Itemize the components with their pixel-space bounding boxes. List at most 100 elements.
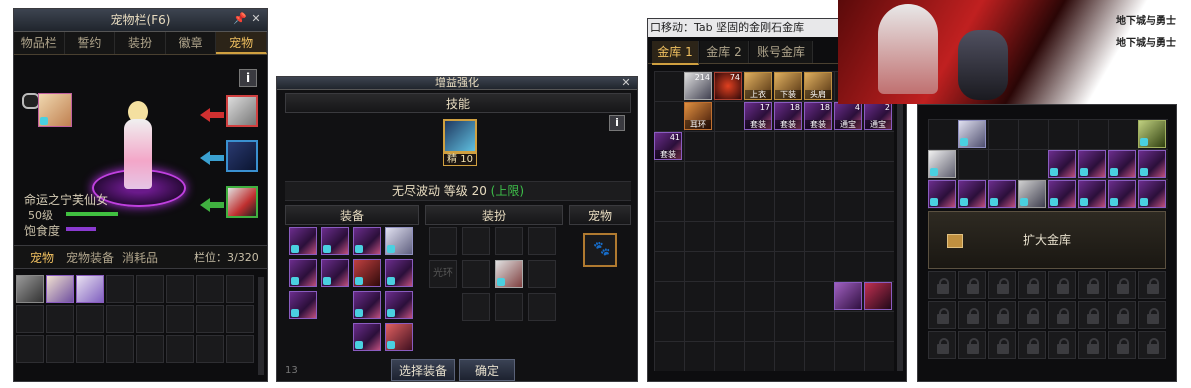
- pet-window-titlebar[interactable]: 宠物栏(F6) 📌 ✕: [14, 9, 267, 32]
- vault-item[interactable]: 耳环: [684, 102, 712, 130]
- equip-item[interactable]: [353, 323, 381, 351]
- equip-item[interactable]: [321, 227, 349, 255]
- pet-item[interactable]: [76, 275, 104, 303]
- equip-item[interactable]: [385, 259, 413, 287]
- vault-item[interactable]: [1138, 120, 1166, 148]
- outfit-slot[interactable]: [462, 293, 490, 321]
- vault-scrollbar[interactable]: [897, 71, 903, 371]
- pet-slot[interactable]: 🐾: [583, 233, 617, 267]
- tab-account-vault[interactable]: 账号金库: [750, 41, 813, 63]
- empty-slot[interactable]: [136, 335, 164, 363]
- vault-item[interactable]: [928, 150, 956, 178]
- equip-item[interactable]: [289, 259, 317, 287]
- vault-item[interactable]: [864, 282, 892, 310]
- outfit-item[interactable]: [495, 260, 523, 288]
- vault-item[interactable]: [1048, 180, 1076, 208]
- outfit-slot[interactable]: [528, 227, 556, 255]
- empty-slot[interactable]: [136, 275, 164, 303]
- empty-slot[interactable]: [106, 335, 134, 363]
- equip-item[interactable]: [385, 227, 413, 255]
- vault-item[interactable]: [1108, 150, 1136, 178]
- close-icon[interactable]: ✕: [249, 12, 263, 26]
- vault-item[interactable]: [1138, 150, 1166, 178]
- expand-vault-button[interactable]: 扩大金库: [928, 211, 1166, 269]
- pet-equip-slot-red[interactable]: [226, 95, 258, 127]
- pet-item[interactable]: [16, 275, 44, 303]
- vault-item[interactable]: 41 套装: [654, 132, 682, 160]
- subtab-consumable[interactable]: 消耗品: [122, 249, 158, 266]
- vault-item[interactable]: [958, 180, 986, 208]
- outfit-slot[interactable]: [429, 227, 457, 255]
- pin-icon[interactable]: 📌: [233, 12, 247, 26]
- subtab-pet[interactable]: 宠物: [30, 249, 54, 266]
- tab-oath[interactable]: 誓约: [64, 32, 116, 54]
- vault-item[interactable]: [958, 120, 986, 148]
- empty-slot[interactable]: [226, 275, 254, 303]
- empty-slot[interactable]: [106, 305, 134, 333]
- close-icon[interactable]: ✕: [619, 77, 633, 90]
- empty-slot[interactable]: [166, 335, 194, 363]
- empty-slot[interactable]: [136, 305, 164, 333]
- tab-outfit[interactable]: 装扮: [115, 32, 166, 54]
- outfit-slot[interactable]: [528, 293, 556, 321]
- vault-item[interactable]: 18 套装: [804, 102, 832, 130]
- vault-item[interactable]: 上衣: [744, 72, 772, 100]
- equip-item[interactable]: [289, 291, 317, 319]
- tab-pet[interactable]: 宠物: [216, 32, 267, 54]
- buff-enhance-titlebar[interactable]: 增益强化 ✕: [277, 77, 637, 90]
- outfit-slot[interactable]: [462, 260, 490, 288]
- equip-item[interactable]: [353, 227, 381, 255]
- empty-slot[interactable]: [196, 335, 224, 363]
- vault-item[interactable]: [988, 180, 1016, 208]
- pet-equip-slot-blue[interactable]: [226, 140, 258, 172]
- vault-item[interactable]: 头肩: [804, 72, 832, 100]
- skill-icon[interactable]: [443, 119, 477, 153]
- empty-slot[interactable]: [226, 305, 254, 333]
- outfit-slot[interactable]: [495, 293, 523, 321]
- vault-item[interactable]: 4 通宝: [834, 102, 862, 130]
- pet-portrait-slot[interactable]: [38, 93, 72, 127]
- vault-item[interactable]: [1078, 180, 1106, 208]
- vault-item[interactable]: [834, 282, 862, 310]
- vault-item[interactable]: [1138, 180, 1166, 208]
- empty-slot[interactable]: [16, 335, 44, 363]
- tab-emblem[interactable]: 徽章: [165, 32, 217, 54]
- empty-slot[interactable]: [106, 275, 134, 303]
- pet-item[interactable]: [46, 275, 74, 303]
- vault-item[interactable]: 下装: [774, 72, 802, 100]
- outfit-slot[interactable]: [495, 227, 523, 255]
- select-equip-button[interactable]: 选择装备: [391, 359, 455, 381]
- info-icon[interactable]: i: [239, 69, 257, 87]
- vault-item[interactable]: 17 套装: [744, 102, 772, 130]
- equip-item[interactable]: [353, 259, 381, 287]
- vault-item[interactable]: [1108, 180, 1136, 208]
- vault-item[interactable]: [1018, 180, 1046, 208]
- equip-item[interactable]: [321, 259, 349, 287]
- equip-item[interactable]: [289, 227, 317, 255]
- outfit-slot[interactable]: [528, 260, 556, 288]
- equip-item[interactable]: [385, 291, 413, 319]
- empty-slot[interactable]: [46, 335, 74, 363]
- empty-slot[interactable]: [46, 305, 74, 333]
- tab-vault-1[interactable]: 金库 1: [652, 41, 699, 65]
- confirm-button[interactable]: 确定: [459, 359, 515, 381]
- vault-item[interactable]: [928, 180, 956, 208]
- empty-slot[interactable]: [196, 275, 224, 303]
- empty-slot[interactable]: [166, 305, 194, 333]
- empty-slot[interactable]: [76, 305, 104, 333]
- empty-slot[interactable]: [226, 335, 254, 363]
- vault-item[interactable]: 2 通宝: [864, 102, 892, 130]
- outfit-slot[interactable]: [462, 227, 490, 255]
- subtab-pet-equip[interactable]: 宠物装备: [66, 249, 114, 266]
- vault-item[interactable]: 18 套装: [774, 102, 802, 130]
- vault-item[interactable]: [1048, 150, 1076, 178]
- pet-equip-slot-green[interactable]: [226, 186, 258, 218]
- tab-vault-2[interactable]: 金库 2: [700, 41, 749, 63]
- equip-item[interactable]: [353, 291, 381, 319]
- vault-item[interactable]: 74: [714, 72, 742, 100]
- vault-item[interactable]: 214: [684, 72, 712, 100]
- vault-item[interactable]: [1078, 150, 1106, 178]
- pet-inventory-scrollbar[interactable]: [258, 277, 264, 375]
- empty-slot[interactable]: [196, 305, 224, 333]
- empty-slot[interactable]: [166, 275, 194, 303]
